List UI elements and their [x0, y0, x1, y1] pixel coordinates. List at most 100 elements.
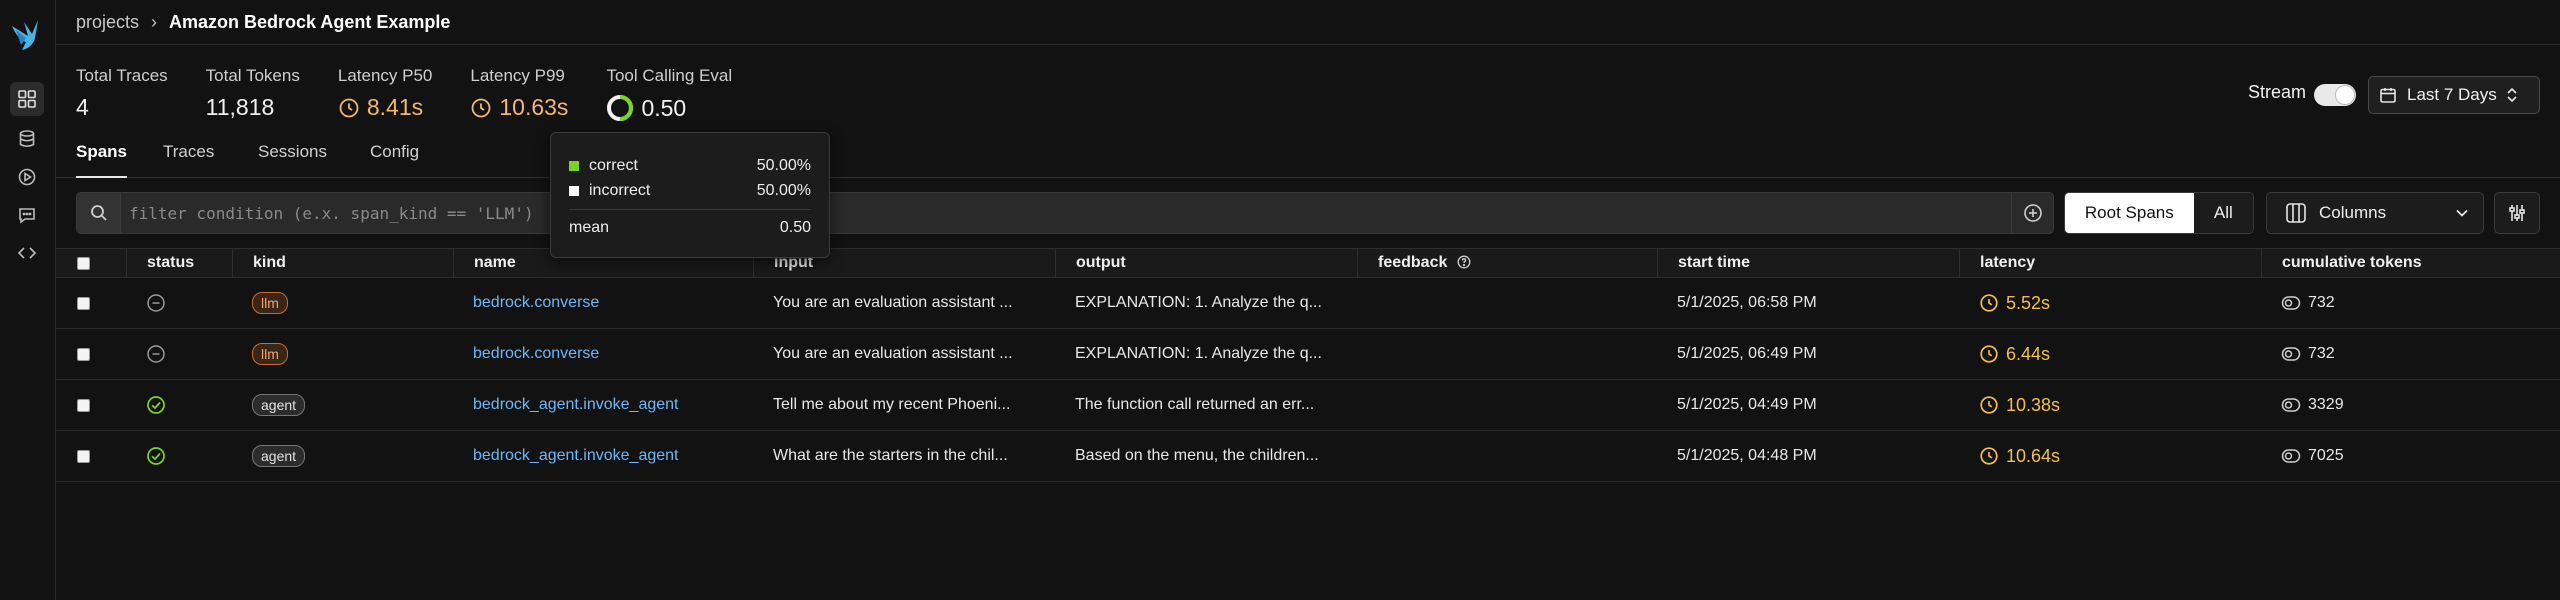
input-cell: You are an evaluation assistant ... — [753, 278, 1055, 328]
column-header-kind[interactable]: kind — [232, 249, 453, 277]
input-cell: You are an evaluation assistant ... — [753, 329, 1055, 379]
column-header-start-time[interactable]: start time — [1657, 249, 1959, 277]
table-row[interactable]: agent bedrock_agent.invoke_agent What are … — [56, 431, 2560, 482]
table-header: status kind name input output feedback s… — [56, 248, 2560, 278]
row-checkbox[interactable] — [77, 398, 90, 412]
tab-bar: Spans Traces Sessions Config — [56, 138, 2560, 178]
token-count: 3329 — [2308, 396, 2344, 413]
stat-value: 8.41s — [338, 94, 433, 121]
row-checkbox[interactable] — [77, 296, 90, 310]
tooltip-divider — [569, 209, 811, 210]
tab-spans[interactable]: Spans — [76, 142, 128, 178]
search-icon — [77, 193, 121, 233]
token-icon — [2281, 449, 2301, 463]
start-time-cell: 5/1/2025, 04:48 PM — [1657, 431, 1959, 481]
status-cell — [126, 431, 232, 481]
span-kind-badge: llm — [252, 343, 288, 365]
output-text: EXPLANATION: 1. Analyze the q... — [1075, 294, 1322, 311]
breadcrumb: projects › Amazon Bedrock Agent Example — [56, 0, 2560, 45]
input-cell: What are the starters in the chil... — [753, 431, 1055, 481]
table-settings-button[interactable] — [2494, 192, 2540, 234]
eval-tooltip: correct 50.00% incorrect 50.00% mean 0.5… — [550, 132, 830, 258]
tooltip-mean-label: mean — [569, 219, 610, 236]
database-icon — [19, 130, 35, 148]
tab-traces[interactable]: Traces — [163, 142, 214, 176]
status-unset-icon — [147, 294, 165, 312]
kind-cell: agent — [232, 380, 453, 430]
span-kind-badge: agent — [252, 445, 306, 467]
row-select-cell — [56, 431, 126, 481]
stream-toggle[interactable] — [2314, 84, 2356, 106]
table-row[interactable]: llm bedrock.converse You are an evaluation… — [56, 329, 2560, 380]
latency-p99-value: 10.63s — [499, 94, 569, 120]
stat-value: 10.63s — [470, 94, 568, 121]
column-header-status[interactable]: status — [126, 249, 232, 277]
table-row[interactable]: agent bedrock_agent.invoke_agent Tell me a… — [56, 380, 2560, 431]
status-cell — [126, 380, 232, 430]
stat-latency-p99: Latency P99 10.63s — [470, 66, 568, 122]
span-name-link[interactable]: bedrock_agent.invoke_agent — [473, 447, 679, 465]
output-cell: EXPLANATION: 1. Analyze the q... — [1055, 278, 1357, 328]
stat-value: 0.50 — [606, 94, 732, 122]
tooltip-row-mean: mean 0.50 — [569, 219, 811, 237]
root-spans-button[interactable]: Root Spans — [2065, 193, 2194, 233]
row-checkbox[interactable] — [77, 449, 90, 463]
latency-cell: 10.38s — [1959, 380, 2261, 430]
datasets-nav-button[interactable] — [10, 122, 44, 156]
start-time-cell: 5/1/2025, 06:49 PM — [1657, 329, 1959, 379]
feedback-header-label: feedback — [1378, 254, 1448, 271]
playground-nav-button[interactable] — [10, 160, 44, 194]
span-name-link[interactable]: bedrock.converse — [473, 345, 599, 363]
all-spans-button[interactable]: All — [2193, 193, 2253, 233]
prompts-nav-button[interactable] — [10, 198, 44, 232]
columns-button[interactable]: Columns — [2266, 192, 2484, 234]
token-count: 732 — [2308, 345, 2335, 362]
tooltip-row-incorrect: incorrect 50.00% — [569, 182, 811, 200]
status-cell — [126, 329, 232, 379]
grid-icon — [18, 90, 36, 108]
phoenix-logo-icon[interactable] — [8, 14, 44, 54]
add-filter-button[interactable] — [2011, 193, 2053, 233]
time-range-select[interactable]: Last 7 Days — [2368, 76, 2540, 114]
span-kind-badge: agent — [252, 394, 306, 416]
stat-value: 4 — [76, 94, 89, 120]
apis-nav-button[interactable] — [10, 236, 44, 270]
tooltip-mean-value: 0.50 — [779, 219, 811, 236]
clock-icon — [471, 98, 491, 117]
project-stats: Total Traces 4 Total Tokens 11,818 Laten… — [76, 66, 770, 122]
column-header-cumulative-tokens[interactable]: cumulative tokens — [2261, 249, 2560, 277]
stat-tool-calling-eval[interactable]: Tool Calling Eval 0.50 — [606, 66, 732, 122]
feedback-cell — [1357, 380, 1657, 430]
eval-ring-icon — [607, 95, 634, 121]
latency-p50-value: 8.41s — [366, 94, 424, 120]
latency-cell: 6.44s — [1959, 329, 2261, 379]
tokens-cell: 3329 — [2261, 380, 2560, 430]
output-text: Based on the menu, the children... — [1075, 447, 1319, 464]
tab-sessions[interactable]: Sessions — [258, 142, 327, 176]
column-header-output[interactable]: output — [1055, 249, 1357, 277]
tooltip-value: 50.00% — [756, 182, 811, 199]
projects-nav-button[interactable] — [10, 82, 44, 116]
column-header-feedback[interactable]: feedback — [1357, 249, 1657, 277]
stat-total-traces: Total Traces 4 — [76, 66, 168, 122]
latency-value: 5.52s — [2006, 292, 2051, 313]
span-name-link[interactable]: bedrock.converse — [473, 294, 599, 312]
status-unset-icon — [147, 345, 165, 363]
filter-condition-input[interactable] — [129, 193, 1989, 233]
columns-label: Columns — [2319, 203, 2387, 222]
incorrect-swatch — [569, 186, 579, 196]
column-header-latency[interactable]: latency — [1959, 249, 2261, 277]
table-row[interactable]: llm bedrock.converse You are an evaluation… — [56, 278, 2560, 329]
tooltip-label: correct — [589, 157, 638, 174]
breadcrumb-projects-link[interactable]: projects — [76, 12, 139, 33]
columns-icon — [2286, 203, 2306, 223]
row-checkbox[interactable] — [77, 347, 90, 361]
select-all-checkbox[interactable] — [77, 257, 90, 270]
code-icon — [17, 247, 37, 259]
latency-value: 6.44s — [2006, 343, 2051, 364]
status-ok-icon — [147, 396, 165, 414]
tool-calling-eval-value: 0.50 — [641, 94, 687, 121]
tab-config[interactable]: Config — [370, 142, 419, 176]
start-time-text: 5/1/2025, 06:49 PM — [1677, 345, 1817, 362]
span-name-link[interactable]: bedrock_agent.invoke_agent — [473, 396, 679, 414]
